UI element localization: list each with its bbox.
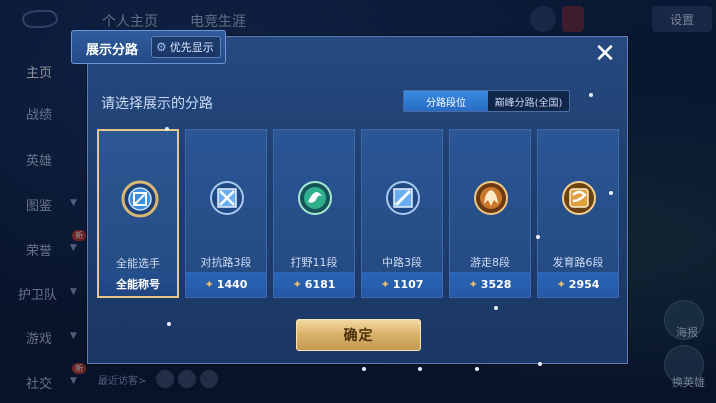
lane-display-dialog: 展示分路 ⚙ 优先显示 ✕ 请选择展示的分路 分路段位 巅峰分路(全国) 全能选… bbox=[71, 30, 628, 364]
rank-star-icon: ✦ bbox=[468, 278, 478, 291]
marker-dot bbox=[494, 306, 498, 310]
lane-card-name: 对抗路3段 bbox=[200, 256, 252, 269]
lane-card-footer: ✦ 1107 bbox=[362, 272, 442, 297]
lane-card-value: 6181 bbox=[304, 278, 336, 291]
roam-emblem-icon bbox=[474, 181, 508, 215]
marker-dot bbox=[609, 191, 613, 195]
lane-card-jungle[interactable]: 打野11段 ✦ 6181 bbox=[273, 129, 355, 298]
lane-card-value: 2954 bbox=[568, 278, 600, 291]
rank-star-icon: ✦ bbox=[380, 278, 390, 291]
marker-dot bbox=[538, 362, 542, 366]
marker-dot bbox=[362, 367, 366, 371]
lane-card-farm[interactable]: 发育路6段 ✦ 2954 bbox=[537, 129, 619, 298]
marker-dot bbox=[167, 322, 171, 326]
confirm-button[interactable]: 确定 bbox=[296, 319, 421, 351]
farm-lane-emblem-icon bbox=[562, 181, 596, 215]
tab-peak-lane-national[interactable]: 巅峰分路(全国) bbox=[488, 91, 569, 111]
lane-card-footer: ✦ 1440 bbox=[186, 272, 266, 297]
gear-icon: ⚙ bbox=[156, 40, 167, 54]
lane-card-allround[interactable]: 全能选手 全能称号 bbox=[97, 129, 179, 298]
close-button[interactable]: ✕ bbox=[591, 41, 619, 69]
lane-card-name: 中路3段 bbox=[382, 256, 422, 269]
lane-card-clash[interactable]: 对抗路3段 ✦ 1440 bbox=[185, 129, 267, 298]
marker-dot bbox=[475, 367, 479, 371]
clash-lane-emblem-icon bbox=[210, 181, 244, 215]
lane-card-list: 全能选手 全能称号 对抗路3段 ✦ 1440 打野11段 ✦ 6181 中路3段… bbox=[97, 129, 622, 299]
dialog-title: 展示分路 bbox=[86, 43, 139, 58]
marker-dot bbox=[536, 235, 540, 239]
lane-card-footer: ✦ 6181 bbox=[274, 272, 354, 297]
lane-card-footer: ✦ 3528 bbox=[450, 272, 530, 297]
lane-card-value: 3528 bbox=[480, 278, 512, 291]
tab-lane-rank[interactable]: 分路段位 bbox=[404, 91, 488, 111]
marker-dot bbox=[589, 93, 593, 97]
allround-emblem-icon bbox=[121, 180, 159, 218]
lane-card-mid[interactable]: 中路3段 ✦ 1107 bbox=[361, 129, 443, 298]
rank-star-icon: ✦ bbox=[556, 278, 566, 291]
rank-star-icon: ✦ bbox=[204, 278, 214, 291]
mid-lane-emblem-icon bbox=[386, 181, 420, 215]
lane-card-value: 1440 bbox=[216, 278, 248, 291]
lane-card-name: 打野11段 bbox=[290, 256, 338, 269]
lane-card-name: 发育路6段 bbox=[552, 256, 604, 269]
priority-display-button[interactable]: ⚙ 优先显示 bbox=[151, 36, 221, 58]
rank-star-icon: ✦ bbox=[292, 278, 302, 291]
lane-card-value: 全能称号 bbox=[116, 277, 160, 291]
select-lane-prompt: 请选择展示的分路 bbox=[101, 96, 213, 112]
lane-card-roam[interactable]: 游走8段 ✦ 3528 bbox=[449, 129, 531, 298]
lane-card-footer: 全能称号 bbox=[99, 271, 177, 296]
marker-dot bbox=[418, 367, 422, 371]
lane-card-name: 游走8段 bbox=[470, 256, 510, 269]
dialog-header: 展示分路 ⚙ 优先显示 bbox=[71, 30, 226, 64]
lane-card-footer: ✦ 2954 bbox=[538, 272, 618, 297]
jungle-emblem-icon bbox=[298, 181, 332, 215]
lane-card-name: 全能选手 bbox=[116, 257, 160, 270]
marker-dot bbox=[165, 127, 169, 131]
lane-source-toggle: 分路段位 巅峰分路(全国) bbox=[403, 90, 570, 112]
priority-display-label: 优先显示 bbox=[169, 41, 214, 54]
lane-card-value: 1107 bbox=[392, 278, 424, 291]
